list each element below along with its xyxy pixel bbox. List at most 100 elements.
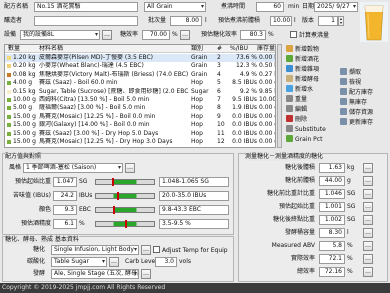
side-button-1[interactable]: 新增酒花 [286, 55, 319, 64]
inventory-button-1[interactable]: 檢視 [340, 78, 361, 87]
method-select[interactable]: All Grain [144, 2, 206, 12]
measured-edit-button[interactable]: … [363, 215, 373, 225]
side-button-label: Grain Pct [295, 136, 323, 143]
measured-edit-button[interactable]: … [363, 163, 373, 173]
button-icon [286, 95, 293, 102]
side-button-8[interactable]: Substitute [286, 125, 326, 134]
version-input[interactable]: 1 [318, 16, 338, 26]
style-range-bar [95, 192, 155, 200]
inventory-button-3[interactable]: 無庫存 [340, 98, 367, 107]
measured-input[interactable]: 72.16 [319, 267, 345, 277]
inventory-button-label: 儲存資源 [349, 109, 374, 116]
ingredient-pct: 1.9 IBUs [232, 104, 257, 112]
measured-edit-button[interactable]: … [363, 202, 373, 212]
measured-input[interactable]: 1.63 [319, 163, 345, 173]
button-icon [340, 108, 347, 115]
version-spin-button[interactable]: ▴ ▾ [338, 16, 344, 26]
table-row[interactable]: 1.20 kg 皮爾森麥芽(Pilsen MD)-丁慢麥 (3.5 EBC) Gra… [5, 54, 275, 62]
table-row[interactable]: 15.00 g 馬賽克(Mosaic) [12.25 %] - Dry Hop 3… [5, 138, 275, 146]
boil-time-input[interactable]: 60 [256, 2, 284, 12]
style-row-unit: % [79, 220, 85, 227]
inventory-button-0[interactable]: 擷取 [340, 68, 361, 77]
style-edit-button[interactable]: … [125, 163, 135, 173]
ferm-edit-button[interactable]: … [141, 269, 151, 279]
inventory-button-label: 配方庫存 [349, 89, 374, 96]
ingredient-color-swatch [7, 81, 11, 86]
carb-level-input[interactable]: 3.0 [155, 257, 177, 267]
table-row[interactable]: 15.00 g 賽茲 (Saaz) [3.00 %] - Dry Hop 5.0 … [5, 130, 275, 138]
measured-input[interactable]: 5.8 [319, 241, 345, 251]
measured-edit-button[interactable]: … [363, 176, 373, 186]
measured-input[interactable]: 72.1 [319, 254, 345, 264]
calc-boil-checkbox[interactable]: 計算煮沸量 [290, 31, 329, 40]
side-button-5[interactable]: 重量 [286, 95, 307, 104]
header-name: 材料名稱 [39, 45, 64, 52]
side-button-7[interactable]: 刪除 [286, 115, 307, 124]
efficiency-unit: % [172, 31, 178, 38]
ingredient-amount: 0.20 kg [13, 62, 36, 70]
measured-unit: % [347, 242, 353, 249]
adjust-temp-checkbox[interactable]: Adjust Temp for Equip [153, 246, 228, 255]
mash-label: 糖化 [33, 246, 46, 253]
ingredient-type: Hop [191, 96, 203, 103]
table-row[interactable]: 0.15 kg Sugar, Table (Sucrose) [蔗糖、即食用砂糖]… [5, 88, 275, 96]
measured-edit-button[interactable]: … [363, 241, 373, 251]
recipe-name-input[interactable]: No.15 酒花實驗 [34, 2, 138, 12]
mash-profile-select[interactable]: Single Infusion, Light Body [51, 245, 139, 255]
measured-input[interactable]: 1.001 [319, 202, 345, 212]
fermentation-select[interactable]: Ale, Single Stage (五次, 酵母期) [51, 269, 139, 279]
date-label: 日期 [302, 3, 315, 10]
measured-input[interactable]: 1.046 [319, 189, 345, 199]
equipment-edit-button[interactable]: … [102, 30, 112, 40]
side-button-0[interactable]: 新增穀物 [286, 45, 319, 54]
measured-input[interactable]: 44.00 [319, 176, 345, 186]
ingredients-table[interactable]: 數量 材料名稱 類別 # %/IBU 庫存量 1.20 kg 皮爾森麥芽(Pils… [4, 44, 276, 148]
brewer-input[interactable] [34, 16, 138, 26]
efficiency-edit-button[interactable]: … [180, 30, 190, 40]
efficiency-input[interactable]: 70.00 [142, 30, 170, 40]
inventory-button-2[interactable]: 配方庫存 [340, 88, 373, 97]
preboil-input[interactable]: 10.00 [270, 16, 292, 26]
batch-size-input[interactable]: 8.00 [170, 16, 202, 26]
side-button-9[interactable]: Grain Pct [286, 135, 322, 144]
inventory-button-5[interactable]: 更新庫存 [340, 118, 373, 127]
mash-panel: 糖化、酵母、熟成 基本資料 糖化 Single Infusion, Light … [2, 236, 234, 282]
table-row[interactable]: 4.00 g 賽茲 (Saaz) - Boil 60.0 min Hop 5 8.5 I… [5, 79, 275, 87]
inventory-button-4[interactable]: 儲存資源 [340, 108, 373, 117]
side-button-2[interactable]: 新增雜項 [286, 65, 319, 74]
table-row[interactable]: 15.00 g 馬賽克(Mosaic) [12.25 %] - Boil 0.0 … [5, 113, 275, 121]
table-row[interactable]: 0.08 kg 焦糖烘麥芽(Victory Malt)-布瑞斯 (Briess) … [5, 71, 275, 79]
measured-edit-button[interactable]: … [363, 267, 373, 277]
table-row[interactable]: 5.00 g 薩福爾(Saaz) [3.00 %] - Boil 5.0 min H… [5, 104, 275, 112]
table-row[interactable]: 10.00 g 西姆科(Citra) [13.50 %] - Boil 5.0 m… [5, 96, 275, 104]
mash-edit-button[interactable]: … [141, 245, 151, 255]
style-row-value: 6.1 [53, 219, 77, 229]
measured-input[interactable]: 8.30 [319, 228, 345, 238]
measured-unit: l [347, 229, 349, 236]
ingredient-number: 5 [217, 79, 221, 87]
equipment-select[interactable]: 我的設備8L [20, 30, 100, 40]
style-value-marker [125, 220, 127, 228]
carb-type-select[interactable]: Table Sugar [51, 257, 107, 267]
side-button-3[interactable]: 新增酵母 [286, 75, 319, 84]
measured-unit: SG [347, 216, 356, 223]
measured-section-title: 測量糖化－測量酒精度的糖化 [245, 153, 324, 161]
header-pct: %/IBU [230, 45, 248, 52]
measured-label: 實際效率 [290, 255, 315, 262]
measured-input[interactable]: 1.002 [319, 215, 345, 225]
table-row[interactable]: 15.00 g 銀河(Galaxy) [14.00 %] - Boil 0.0 m… [5, 121, 275, 129]
carb-edit-button[interactable]: … [109, 257, 119, 267]
table-scrollbar[interactable] [277, 44, 282, 148]
measured-edit-button[interactable]: … [363, 228, 373, 238]
side-button-4[interactable]: 新增水 [286, 85, 313, 94]
measured-edit-button[interactable]: … [363, 254, 373, 264]
measured-edit-button[interactable]: … [363, 189, 373, 199]
side-button-6[interactable]: 編輯 [286, 105, 307, 114]
table-row[interactable]: 0.20 kg 小麥芽(Wheat Blanc)-瑞達 (4.5 EBC) Grai… [5, 62, 275, 70]
carb-level-label: Carb Level [125, 258, 157, 265]
button-icon [340, 68, 347, 75]
date-picker[interactable]: 2025/ 9/27 [314, 2, 358, 12]
style-select[interactable]: 1 季節啤酒-塞松 (Saison) [23, 163, 123, 173]
boil-time-label: 煮沸時間 [221, 3, 246, 10]
side-button-label: 新增穀物 [295, 46, 320, 53]
